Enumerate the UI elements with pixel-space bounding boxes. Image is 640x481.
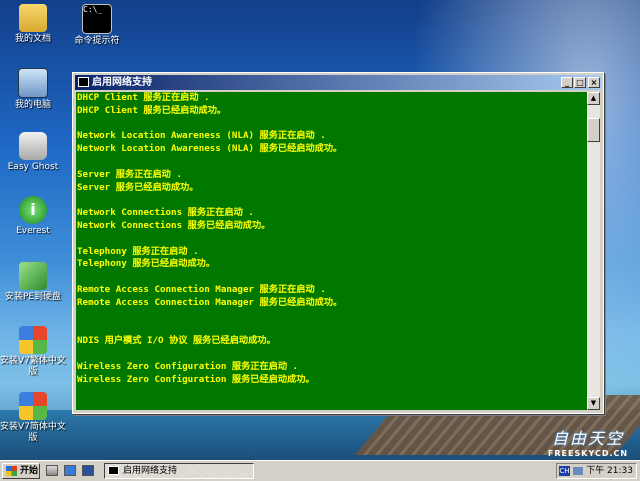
language-indicator[interactable]: CH <box>559 466 570 476</box>
desktop-icon-label: 安装V7繁体中文版 <box>0 356 66 377</box>
console-line: Network Connections 服务已经启动成功。 <box>77 219 271 231</box>
windows-logo-icon <box>6 466 17 476</box>
desktop-icon-label: 我的文档 <box>14 34 51 44</box>
desktop-icon-install-v7-traditional[interactable]: 安装V7繁体中文版 <box>0 326 66 378</box>
start-button[interactable]: 开始 <box>2 463 40 479</box>
console-line: DHCP Client 服务正在启动 . <box>77 92 210 103</box>
console-output[interactable]: DHCP Client 服务正在启动 . DHCP Client 服务已经启动成… <box>76 92 587 410</box>
maximize-button[interactable]: □ <box>574 77 586 88</box>
console-line: Server 服务正在启动 . <box>77 168 182 180</box>
ghost-disk-icon <box>19 132 47 160</box>
computer-icon <box>18 68 48 98</box>
console-line: NDIS 用户模式 I/O 协议 服务已经启动成功。 <box>77 335 276 347</box>
console-line: Network Location Awareness (NLA) 服务已经启动成… <box>77 143 343 155</box>
desktop-icon-my-computer[interactable]: 我的电脑 <box>0 68 66 111</box>
watermark-logo: 自由天空 FREESKYCD.CN <box>540 425 636 458</box>
folder-icon <box>19 4 47 32</box>
vertical-scrollbar[interactable]: ▲ ▼ <box>587 92 600 410</box>
taskbar-button-label: 启用网络支持 <box>123 466 178 476</box>
console-line: DHCP Client 服务已经启动成功。 <box>77 104 227 116</box>
window-titlebar[interactable]: 启用网络支持 _ □ × <box>75 75 601 90</box>
desktop-icon-label: Everest <box>16 226 50 236</box>
console-icon <box>78 77 89 87</box>
console-line: Remote Access Connection Manager 服务正在启动 … <box>77 283 326 295</box>
windows-icon <box>19 326 47 354</box>
desktop-icon-label: Easy Ghost <box>7 162 59 172</box>
scroll-down-button[interactable]: ▼ <box>587 397 600 410</box>
clock[interactable]: 下午 21:33 <box>586 464 633 478</box>
console-window[interactable]: 启用网络支持 _ □ × DHCP Client 服务正在启动 . DHCP C… <box>72 72 604 414</box>
desktop-icon-install-v7-simplified[interactable]: 安装V7简体中文版 <box>0 392 66 444</box>
scroll-thumb[interactable] <box>587 118 600 142</box>
start-label: 开始 <box>20 466 39 476</box>
taskbar-button-console[interactable]: 启用网络支持 <box>104 463 254 479</box>
taskbar: 开始 启用网络支持 CH 下午 21:33 <box>0 460 640 481</box>
window-title: 启用网络支持 <box>92 77 152 88</box>
desktop-icon-label: 安装PE到硬盘 <box>4 292 62 302</box>
desktop-icon-easy-ghost[interactable]: Easy Ghost <box>0 132 66 173</box>
console-line: Telephony 服务已经启动成功。 <box>77 258 216 270</box>
desktop-icon-my-documents[interactable]: 我的文档 <box>0 4 66 45</box>
windows-icon <box>19 392 47 420</box>
console-line: Wireless Zero Configuration 服务已经启动成功。 <box>77 373 315 385</box>
desktop-icon-install-pe[interactable]: 安装PE到硬盘 <box>0 262 66 303</box>
desktop-icon-label: 我的电脑 <box>14 100 51 110</box>
cmd-icon: C:\_ <box>82 4 112 34</box>
close-button[interactable]: × <box>588 77 600 88</box>
console-line: Wireless Zero Configuration 服务正在启动 . <box>77 360 299 372</box>
quicklaunch-desktop-icon[interactable] <box>82 465 94 476</box>
minimize-button[interactable]: _ <box>561 77 573 88</box>
quicklaunch-disk-icon[interactable] <box>46 465 58 476</box>
system-tray: CH 下午 21:33 <box>556 463 637 479</box>
console-line: Network Location Awareness (NLA) 服务正在启动 … <box>77 130 326 142</box>
console-icon <box>108 466 119 475</box>
desktop-icon-label: 命令提示符 <box>74 36 120 46</box>
watermark-url: FREESKYCD.CN <box>547 449 629 458</box>
info-icon: i <box>19 196 47 224</box>
watermark-title: 自由天空 <box>551 429 624 448</box>
console-line: Telephony 服务正在启动 . <box>77 245 199 257</box>
scroll-up-button[interactable]: ▲ <box>587 92 600 105</box>
quicklaunch-explorer-icon[interactable] <box>64 465 76 476</box>
console-line: Remote Access Connection Manager 服务已经启动成… <box>77 296 343 308</box>
desktop-icon-everest[interactable]: i Everest <box>0 196 66 237</box>
console-line: Network Connections 服务正在启动 . <box>77 207 254 219</box>
network-icon[interactable] <box>573 467 583 475</box>
desktop-icon-label: 安装V7简体中文版 <box>0 422 66 443</box>
console-line: Server 服务已经启动成功。 <box>77 181 199 193</box>
desktop-icon-command-prompt[interactable]: C:\_ 命令提示符 <box>64 4 130 47</box>
install-pe-icon <box>19 262 47 290</box>
